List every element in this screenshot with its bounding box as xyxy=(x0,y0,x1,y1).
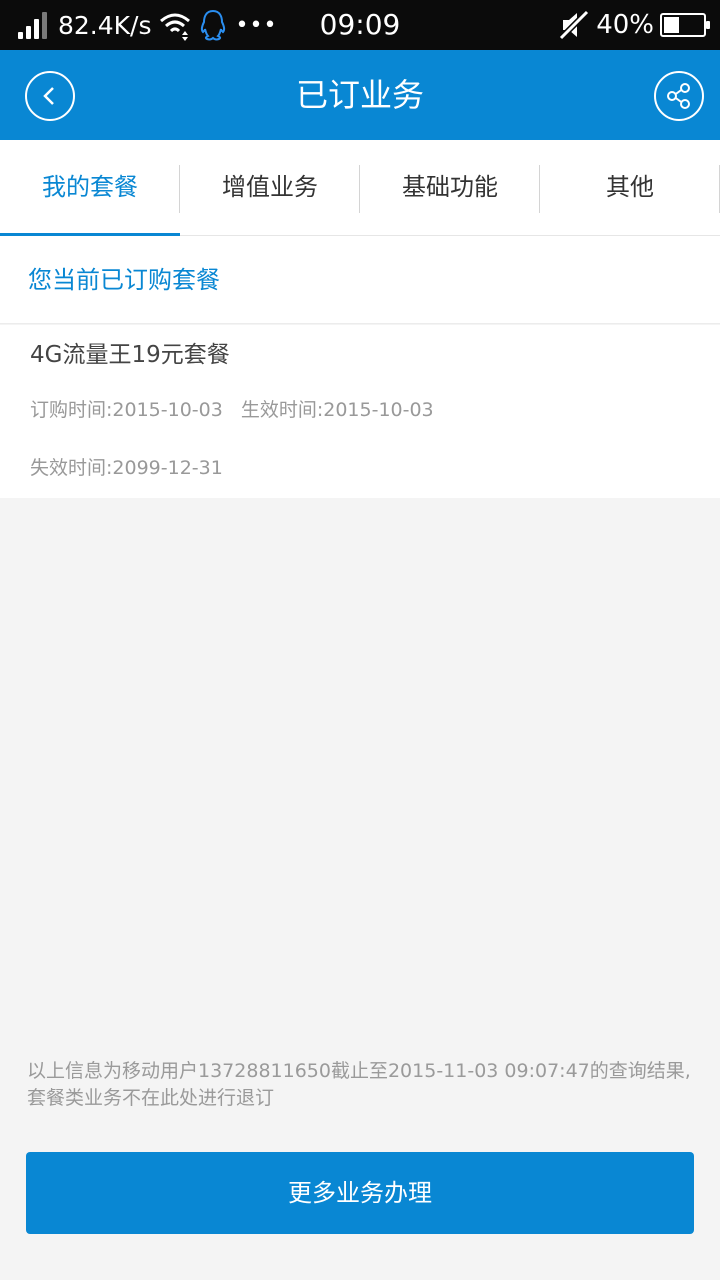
battery-level xyxy=(664,17,680,33)
note-line-1: 以上信息为移动用户13728811650截止至2015-11-03 09:07:… xyxy=(27,1060,691,1082)
section-title: 您当前已订购套餐 xyxy=(28,266,220,294)
status-bar: 82.4K/s ••• 09:09 40% xyxy=(0,0,720,50)
tab-value-added[interactable]: 增值业务 xyxy=(180,140,360,235)
mute-icon xyxy=(559,9,590,41)
effective-time: 生效时间:2015-10-03 xyxy=(240,399,434,421)
page-title: 已订业务 xyxy=(295,76,424,114)
order-time: 订购时间:2015-10-03 xyxy=(30,399,223,421)
share-button[interactable] xyxy=(654,71,704,121)
section-header: 您当前已订购套餐 xyxy=(0,236,720,324)
status-right: 40% xyxy=(558,0,710,50)
battery-icon xyxy=(660,13,710,37)
query-note: 以上信息为移动用户13728811650截止至2015-11-03 09:07:… xyxy=(27,1058,697,1112)
package-card: 4G流量王19元套餐 订购时间:2015-10-03 生效时间:2015-10-0… xyxy=(0,325,720,498)
share-icon xyxy=(667,83,690,109)
tab-my-plan[interactable]: 我的套餐 xyxy=(0,140,180,236)
tab-basic-functions[interactable]: 基础功能 xyxy=(360,140,540,235)
app-header: 已订业务 xyxy=(0,50,720,140)
package-name: 4G流量王19元套餐 xyxy=(30,342,230,368)
tab-other[interactable]: 其他 xyxy=(540,140,720,235)
expire-time: 失效时间:2099-12-31 xyxy=(30,457,223,479)
battery-percent: 40% xyxy=(596,10,654,40)
more-services-button[interactable]: 更多业务办理 xyxy=(26,1152,694,1234)
note-line-2: 套餐类业务不在此处进行退订 xyxy=(27,1087,275,1109)
tab-bar: 我的套餐 增值业务 基础功能 其他 xyxy=(0,140,720,236)
package-dates: 订购时间:2015-10-03 生效时间:2015-10-03 xyxy=(30,395,434,422)
